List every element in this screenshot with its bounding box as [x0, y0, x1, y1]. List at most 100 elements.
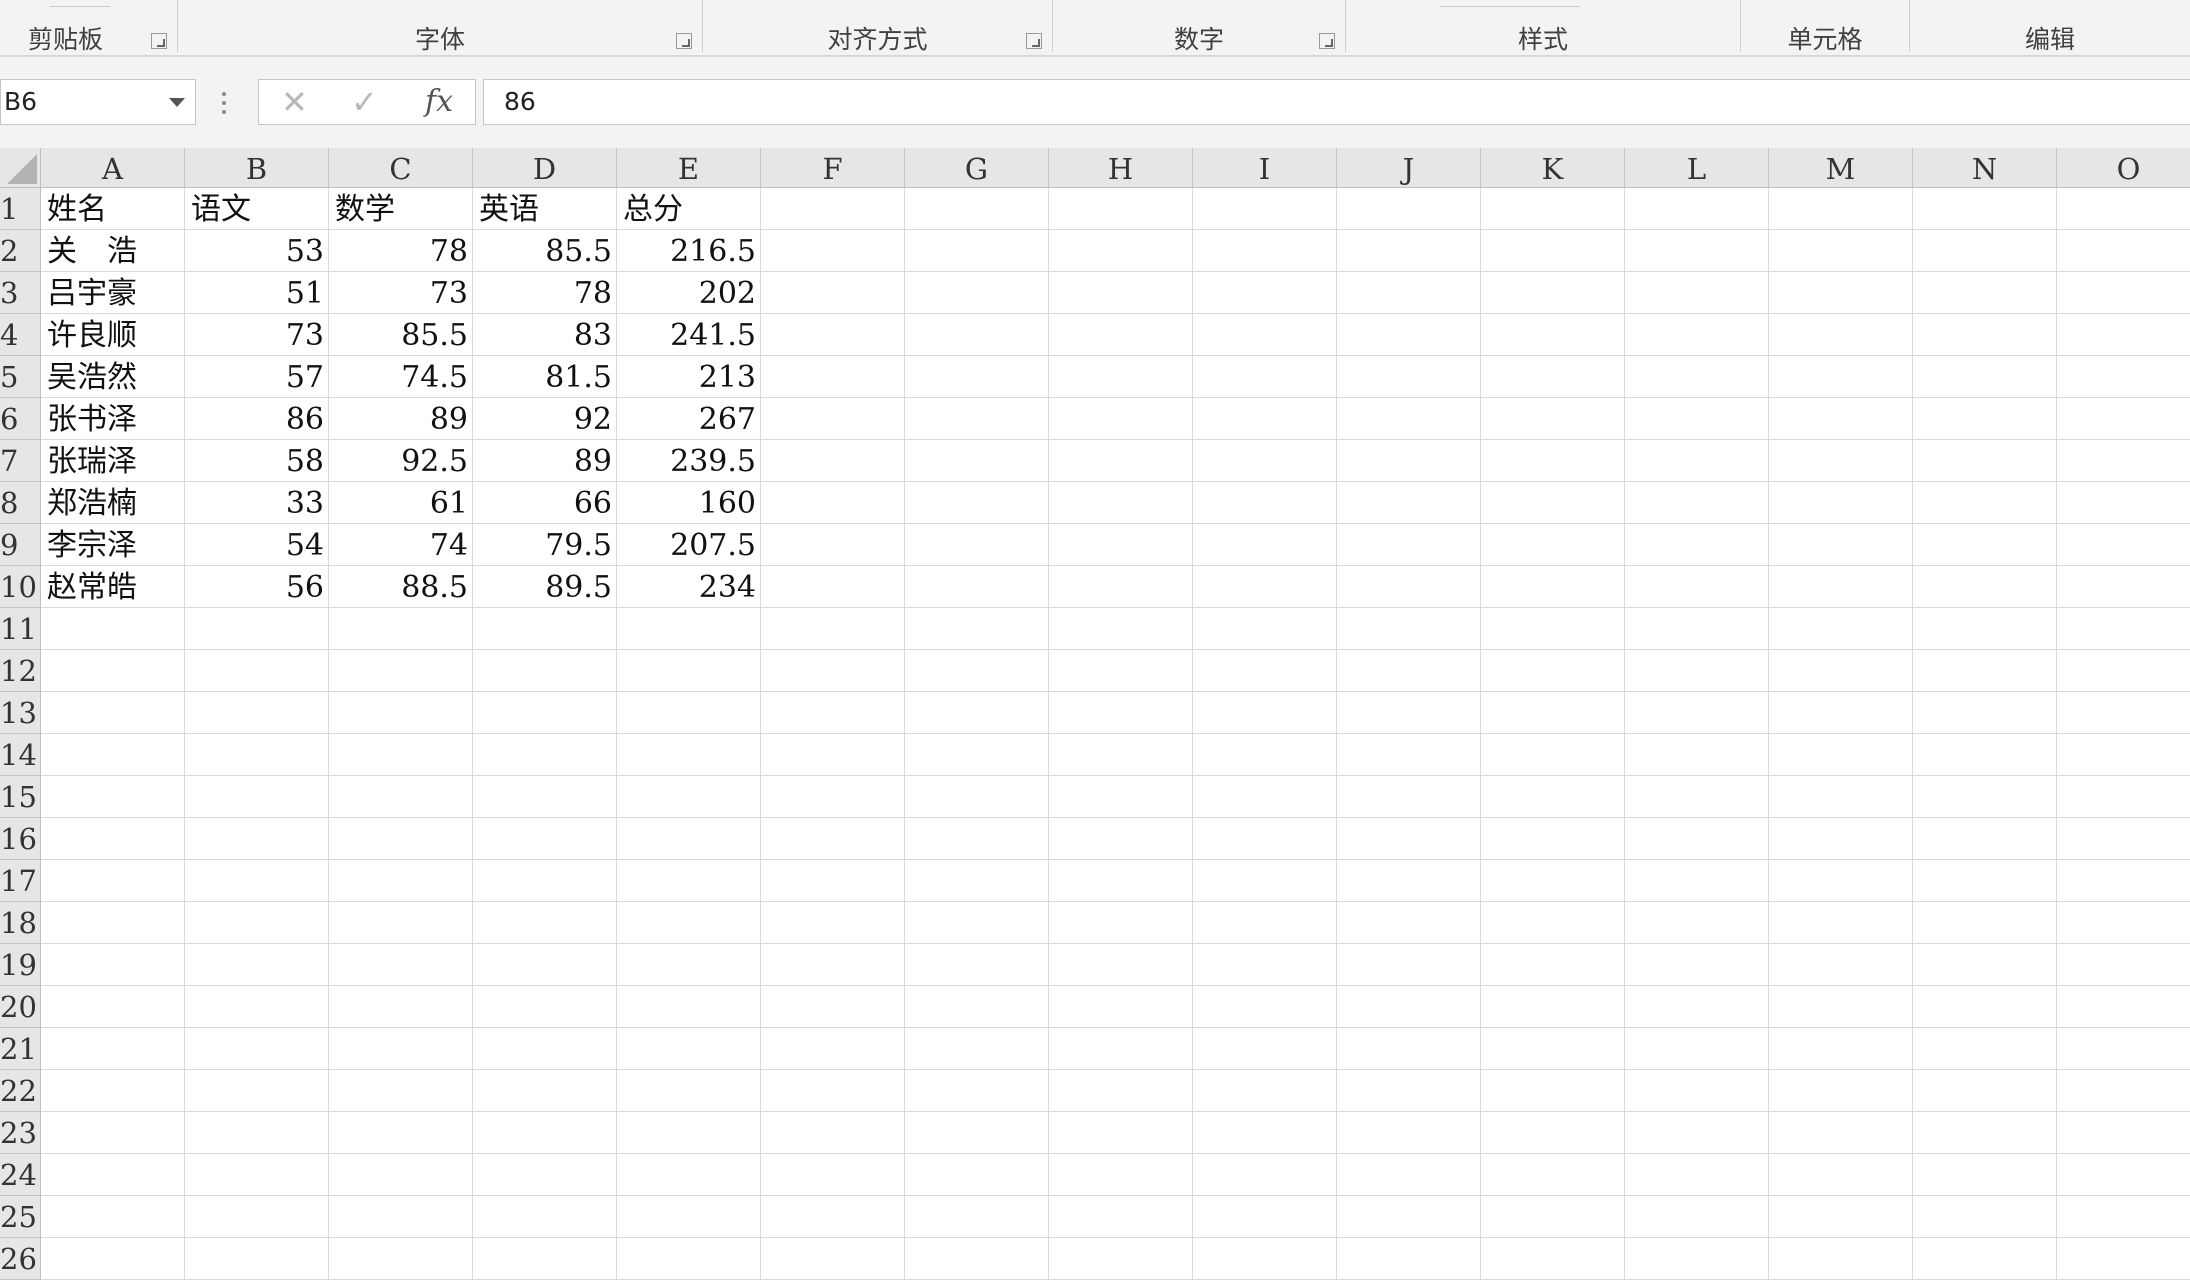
column-header-m[interactable]: M	[1769, 148, 1913, 188]
cell-d25[interactable]	[473, 1196, 617, 1238]
cell-b10[interactable]: 56	[185, 566, 329, 608]
cell-m4[interactable]	[1769, 314, 1913, 356]
cell-i25[interactable]	[1193, 1196, 1337, 1238]
dialog-launcher-icon[interactable]	[676, 33, 692, 49]
cell-a6[interactable]: 张书泽	[41, 398, 185, 440]
column-header-i[interactable]: I	[1193, 148, 1337, 188]
cell-l21[interactable]	[1625, 1028, 1769, 1070]
cell-c10[interactable]: 88.5	[329, 566, 473, 608]
cell-n19[interactable]	[1913, 944, 2057, 986]
cell-b17[interactable]	[185, 860, 329, 902]
cell-m9[interactable]	[1769, 524, 1913, 566]
cell-j19[interactable]	[1337, 944, 1481, 986]
cell-a4[interactable]: 许良顺	[41, 314, 185, 356]
cell-j24[interactable]	[1337, 1154, 1481, 1196]
cell-h1[interactable]	[1049, 188, 1193, 230]
cell-a24[interactable]	[41, 1154, 185, 1196]
cell-f14[interactable]	[761, 734, 905, 776]
cell-d6[interactable]: 92	[473, 398, 617, 440]
row-header-12[interactable]: 12	[0, 650, 41, 692]
cell-b11[interactable]	[185, 608, 329, 650]
row-header-14[interactable]: 14	[0, 734, 41, 776]
cell-m7[interactable]	[1769, 440, 1913, 482]
cell-i5[interactable]	[1193, 356, 1337, 398]
cell-c14[interactable]	[329, 734, 473, 776]
cell-j20[interactable]	[1337, 986, 1481, 1028]
cell-c5[interactable]: 74.5	[329, 356, 473, 398]
cell-l20[interactable]	[1625, 986, 1769, 1028]
cell-h18[interactable]	[1049, 902, 1193, 944]
cell-f25[interactable]	[761, 1196, 905, 1238]
cell-f9[interactable]	[761, 524, 905, 566]
column-header-n[interactable]: N	[1913, 148, 2057, 188]
row-header-9[interactable]: 9	[0, 524, 41, 566]
cell-b3[interactable]: 51	[185, 272, 329, 314]
cell-k24[interactable]	[1481, 1154, 1625, 1196]
cell-l13[interactable]	[1625, 692, 1769, 734]
cell-d1[interactable]: 英语	[473, 188, 617, 230]
cell-j25[interactable]	[1337, 1196, 1481, 1238]
column-header-b[interactable]: B	[185, 148, 329, 188]
cell-j1[interactable]	[1337, 188, 1481, 230]
cell-f8[interactable]	[761, 482, 905, 524]
cell-l6[interactable]	[1625, 398, 1769, 440]
cell-g15[interactable]	[905, 776, 1049, 818]
cell-a11[interactable]	[41, 608, 185, 650]
cell-a20[interactable]	[41, 986, 185, 1028]
cell-d21[interactable]	[473, 1028, 617, 1070]
cell-n5[interactable]	[1913, 356, 2057, 398]
cell-f2[interactable]	[761, 230, 905, 272]
cell-n26[interactable]	[1913, 1238, 2057, 1280]
cell-i14[interactable]	[1193, 734, 1337, 776]
cell-d22[interactable]	[473, 1070, 617, 1112]
cell-g16[interactable]	[905, 818, 1049, 860]
cell-m18[interactable]	[1769, 902, 1913, 944]
cell-n3[interactable]	[1913, 272, 2057, 314]
cell-a5[interactable]: 吴浩然	[41, 356, 185, 398]
cell-d12[interactable]	[473, 650, 617, 692]
chevron-down-icon[interactable]	[169, 98, 185, 107]
row-header-8[interactable]: 8	[0, 482, 41, 524]
cell-m1[interactable]	[1769, 188, 1913, 230]
cell-m26[interactable]	[1769, 1238, 1913, 1280]
cell-c18[interactable]	[329, 902, 473, 944]
cell-h5[interactable]	[1049, 356, 1193, 398]
cell-o7[interactable]	[2057, 440, 2190, 482]
cell-m6[interactable]	[1769, 398, 1913, 440]
cell-n24[interactable]	[1913, 1154, 2057, 1196]
cell-c23[interactable]	[329, 1112, 473, 1154]
cell-e24[interactable]	[617, 1154, 761, 1196]
cell-k4[interactable]	[1481, 314, 1625, 356]
cell-g22[interactable]	[905, 1070, 1049, 1112]
cell-f4[interactable]	[761, 314, 905, 356]
cell-e4[interactable]: 241.5	[617, 314, 761, 356]
cell-e8[interactable]: 160	[617, 482, 761, 524]
row-header-10[interactable]: 10	[0, 566, 41, 608]
cell-i1[interactable]	[1193, 188, 1337, 230]
cell-j5[interactable]	[1337, 356, 1481, 398]
row-header-23[interactable]: 23	[0, 1112, 41, 1154]
cell-a12[interactable]	[41, 650, 185, 692]
cell-d18[interactable]	[473, 902, 617, 944]
column-header-j[interactable]: J	[1337, 148, 1481, 188]
cell-a22[interactable]	[41, 1070, 185, 1112]
cell-c1[interactable]: 数学	[329, 188, 473, 230]
cell-c12[interactable]	[329, 650, 473, 692]
cell-c24[interactable]	[329, 1154, 473, 1196]
cell-n6[interactable]	[1913, 398, 2057, 440]
row-header-18[interactable]: 18	[0, 902, 41, 944]
cell-m13[interactable]	[1769, 692, 1913, 734]
cell-a3[interactable]: 吕宇豪	[41, 272, 185, 314]
cell-n9[interactable]	[1913, 524, 2057, 566]
cell-g12[interactable]	[905, 650, 1049, 692]
cell-n12[interactable]	[1913, 650, 2057, 692]
cell-b8[interactable]: 33	[185, 482, 329, 524]
cell-d20[interactable]	[473, 986, 617, 1028]
cell-c11[interactable]	[329, 608, 473, 650]
cell-k1[interactable]	[1481, 188, 1625, 230]
cell-l4[interactable]	[1625, 314, 1769, 356]
cell-j6[interactable]	[1337, 398, 1481, 440]
cell-f23[interactable]	[761, 1112, 905, 1154]
cell-i15[interactable]	[1193, 776, 1337, 818]
cell-n2[interactable]	[1913, 230, 2057, 272]
